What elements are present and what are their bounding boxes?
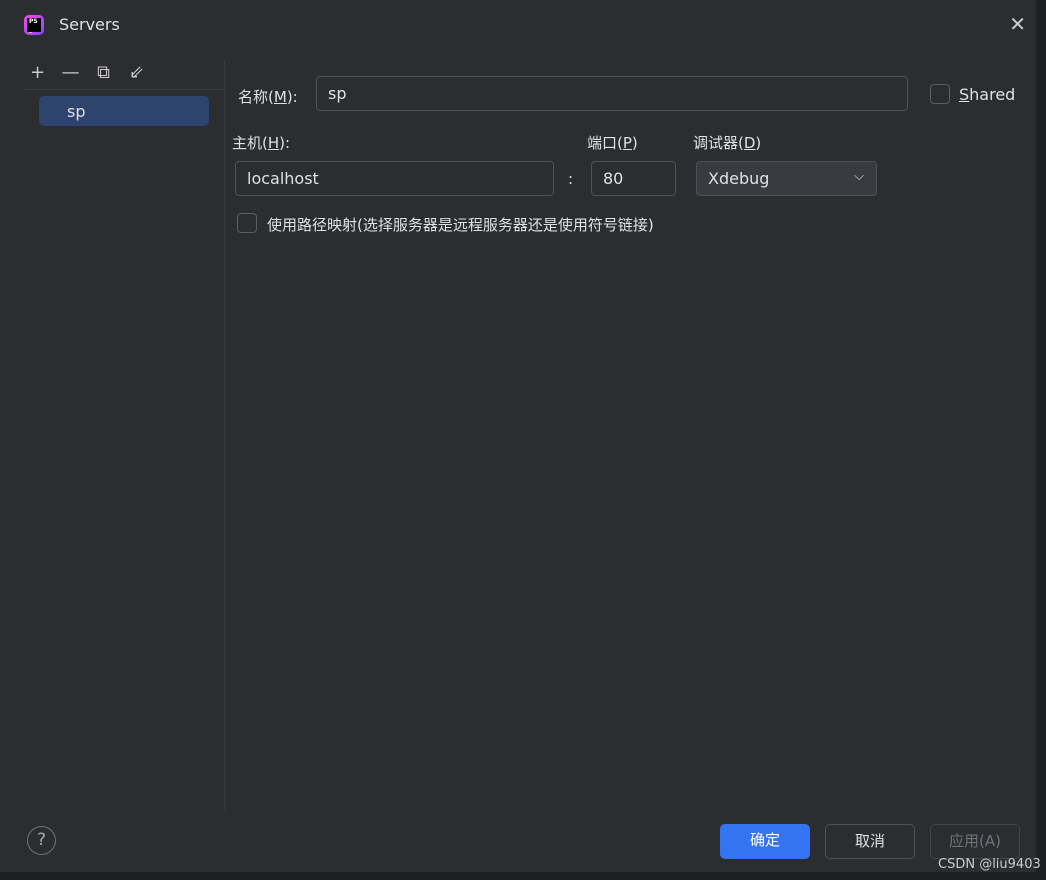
port-input[interactable]: 80 bbox=[591, 161, 676, 196]
apply-button[interactable]: 应用(A) bbox=[930, 824, 1020, 859]
watermark: CSDN @liu9403 bbox=[938, 857, 1041, 872]
path-mapping-checkbox[interactable] bbox=[237, 213, 257, 233]
debugger-value: Xdebug bbox=[708, 169, 770, 188]
copy-icon[interactable]: ⧉ bbox=[94, 62, 113, 83]
port-label: 端口(P) bbox=[587, 134, 638, 152]
phpstorm-logo-icon: PS _ bbox=[24, 15, 44, 35]
server-list-item[interactable]: sp bbox=[39, 96, 209, 126]
dialog-title: Servers bbox=[59, 15, 120, 34]
close-icon[interactable]: ✕ bbox=[1009, 12, 1026, 36]
cancel-button[interactable]: 取消 bbox=[825, 824, 915, 859]
background-ide bbox=[0, 0, 10, 880]
divider bbox=[224, 60, 225, 810]
chevron-down-icon: ⌵ bbox=[854, 169, 864, 184]
servers-dialog: PS _ Servers ✕ + — ⧉ ⇙ sp 名称(M): sp Share… bbox=[10, 0, 1036, 872]
import-icon[interactable]: ⇙ bbox=[127, 62, 146, 83]
add-icon[interactable]: + bbox=[28, 62, 47, 83]
colon-separator: : bbox=[568, 170, 574, 188]
path-mapping-label: 使用路径映射(选择服务器是远程服务器还是使用符号链接) bbox=[267, 216, 654, 234]
debugger-label: 调试器(D) bbox=[693, 134, 762, 152]
name-label: 名称(M): bbox=[238, 88, 298, 106]
name-input[interactable]: sp bbox=[316, 76, 908, 111]
host-input[interactable]: localhost bbox=[235, 161, 554, 196]
host-label: 主机(H): bbox=[232, 134, 291, 152]
ok-button[interactable]: 确定 bbox=[720, 824, 810, 859]
shared-label: Shared bbox=[959, 85, 1016, 104]
help-button[interactable]: ? bbox=[27, 826, 56, 855]
background-ide-bottom bbox=[0, 872, 1046, 880]
debugger-select[interactable]: Xdebug ⌵ bbox=[696, 161, 877, 196]
shared-checkbox[interactable] bbox=[930, 84, 950, 104]
server-list-toolbar: + — ⧉ ⇙ bbox=[28, 62, 146, 83]
remove-icon[interactable]: — bbox=[61, 62, 80, 83]
divider bbox=[24, 89, 224, 90]
